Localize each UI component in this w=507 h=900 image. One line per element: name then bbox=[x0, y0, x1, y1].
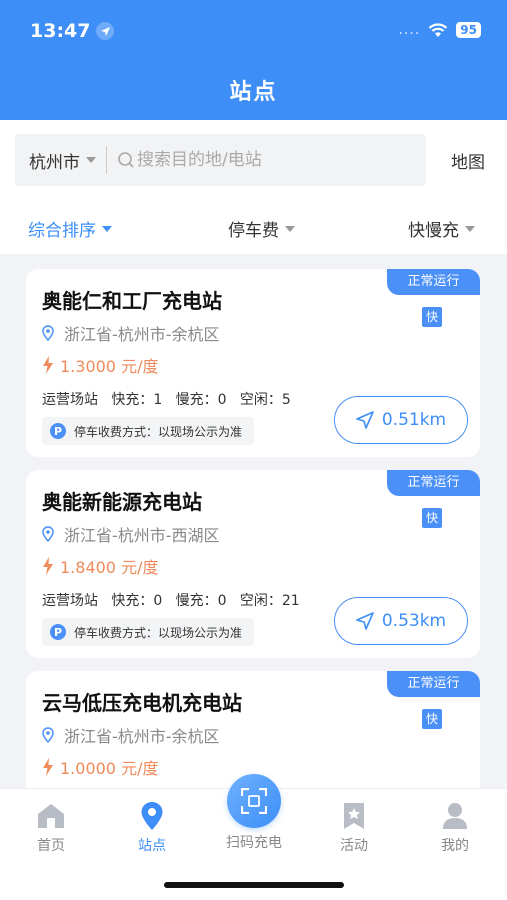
tab-mine[interactable]: 我的 bbox=[420, 799, 490, 855]
tab-mine-label: 我的 bbox=[441, 838, 469, 854]
city-label: 杭州市 bbox=[29, 152, 80, 173]
battery-indicator: 95 bbox=[456, 22, 481, 38]
lightning-icon bbox=[43, 557, 53, 575]
charger-stats: 运营场站 快充：0 慢充：0 空闲：21 bbox=[42, 593, 300, 609]
parking-text: 停车收费方式：以现场公示为准 bbox=[74, 424, 243, 439]
lightning-icon bbox=[43, 758, 53, 776]
location-pin-icon bbox=[42, 325, 54, 341]
station-price: 1.3000 元/度 bbox=[42, 353, 158, 377]
status-badge: 正常运行 bbox=[387, 470, 480, 496]
fast-charge-badge: 快 bbox=[422, 508, 442, 528]
scan-button[interactable] bbox=[227, 774, 281, 828]
tab-stations[interactable]: 站点 bbox=[117, 799, 187, 855]
tab-activity-label: 活动 bbox=[340, 838, 368, 854]
tab-home-label: 首页 bbox=[37, 838, 65, 854]
search-icon bbox=[118, 152, 134, 168]
address-text: 浙江省-杭州市-余杭区 bbox=[64, 325, 220, 344]
search-area: 杭州市 地图 bbox=[0, 120, 507, 202]
location-pin-icon bbox=[42, 526, 54, 542]
navigate-button[interactable]: 0.53km bbox=[334, 597, 468, 645]
tab-activity[interactable]: 活动 bbox=[319, 799, 389, 855]
filter-charge-speed[interactable]: 快慢充 bbox=[408, 216, 475, 241]
parking-info: P 停车收费方式：以现场公示为准 bbox=[42, 618, 255, 646]
station-name: 奥能仁和工厂充电站 bbox=[42, 289, 222, 313]
station-address: 浙江省-杭州市-西湖区 bbox=[42, 522, 220, 546]
status-badge: 正常运行 bbox=[387, 269, 480, 295]
city-selector[interactable]: 杭州市 bbox=[29, 148, 96, 173]
location-pin-icon bbox=[42, 727, 54, 743]
parking-icon: P bbox=[50, 423, 66, 439]
filter-parking-fee-label: 停车费 bbox=[228, 221, 279, 241]
map-button[interactable]: 地图 bbox=[451, 148, 485, 173]
wifi-icon bbox=[429, 22, 448, 37]
station-address: 浙江省-杭州市-余杭区 bbox=[42, 321, 220, 345]
navigate-button[interactable]: 0.51km bbox=[334, 396, 468, 444]
chevron-down-icon bbox=[102, 225, 112, 232]
navigate-arrow-icon bbox=[356, 612, 374, 630]
fast-charge-badge: 快 bbox=[422, 307, 442, 327]
navigate-arrow-icon bbox=[356, 411, 374, 429]
parking-icon: P bbox=[50, 624, 66, 640]
tab-home[interactable]: 首页 bbox=[16, 799, 86, 855]
user-icon bbox=[443, 803, 467, 829]
status-time-group: 13:47 bbox=[30, 20, 115, 42]
header: 13:47 .... 95 站点 bbox=[0, 0, 507, 120]
station-price: 1.0000 元/度 bbox=[42, 755, 158, 779]
page-title: 站点 bbox=[229, 80, 278, 105]
tab-stations-label: 站点 bbox=[138, 838, 166, 854]
tab-scan-label: 扫码充电 bbox=[226, 835, 282, 851]
address-text: 浙江省-杭州市-余杭区 bbox=[64, 727, 220, 746]
location-pin-icon bbox=[141, 802, 163, 830]
location-arrow-icon bbox=[96, 22, 115, 40]
status-indicators: .... 95 bbox=[398, 22, 481, 38]
station-address: 浙江省-杭州市-余杭区 bbox=[42, 723, 220, 747]
search-input[interactable] bbox=[137, 150, 407, 170]
price-text: 1.3000 元/度 bbox=[60, 357, 159, 376]
distance-text: 0.51km bbox=[381, 410, 447, 430]
chevron-down-icon bbox=[465, 225, 475, 232]
home-indicator bbox=[164, 882, 344, 888]
filter-charge-speed-label: 快慢充 bbox=[408, 221, 459, 241]
home-icon bbox=[38, 804, 64, 828]
station-price: 1.8400 元/度 bbox=[42, 554, 158, 578]
divider bbox=[106, 146, 107, 174]
station-card[interactable]: 奥能仁和工厂充电站 正常运行 快 浙江省-杭州市-余杭区 1.3000 元/度 … bbox=[26, 269, 480, 457]
parking-text: 停车收费方式：以现场公示为准 bbox=[74, 625, 243, 640]
filter-sort-label: 综合排序 bbox=[28, 221, 96, 241]
charger-stats: 运营场站 快充：1 慢充：0 空闲：5 bbox=[42, 392, 291, 408]
chevron-down-icon bbox=[86, 157, 96, 163]
filter-sort[interactable]: 综合排序 bbox=[28, 216, 112, 241]
price-text: 1.8400 元/度 bbox=[60, 558, 159, 577]
status-time: 13:47 bbox=[30, 20, 91, 42]
bookmark-star-icon bbox=[344, 803, 364, 829]
fast-charge-badge: 快 bbox=[422, 709, 442, 729]
tab-scan-charge[interactable]: 扫码充电 bbox=[219, 774, 289, 852]
price-text: 1.0000 元/度 bbox=[60, 759, 159, 778]
lightning-icon bbox=[43, 356, 53, 374]
status-badge: 正常运行 bbox=[387, 671, 480, 697]
station-card[interactable]: 奥能新能源充电站 正常运行 快 浙江省-杭州市-西湖区 1.8400 元/度 运… bbox=[26, 470, 480, 658]
chevron-down-icon bbox=[285, 225, 295, 232]
parking-info: P 停车收费方式：以现场公示为准 bbox=[42, 417, 255, 445]
distance-text: 0.53km bbox=[381, 611, 447, 631]
search-box: 杭州市 bbox=[15, 134, 426, 186]
station-name: 云马低压充电机充电站 bbox=[42, 691, 242, 715]
filter-bar: 综合排序 停车费 快慢充 bbox=[0, 202, 507, 254]
filter-parking-fee[interactable]: 停车费 bbox=[228, 216, 295, 241]
scan-icon bbox=[241, 788, 267, 814]
station-name: 奥能新能源充电站 bbox=[42, 490, 202, 514]
address-text: 浙江省-杭州市-西湖区 bbox=[64, 526, 220, 545]
cellular-signal-icon: .... bbox=[398, 22, 421, 38]
